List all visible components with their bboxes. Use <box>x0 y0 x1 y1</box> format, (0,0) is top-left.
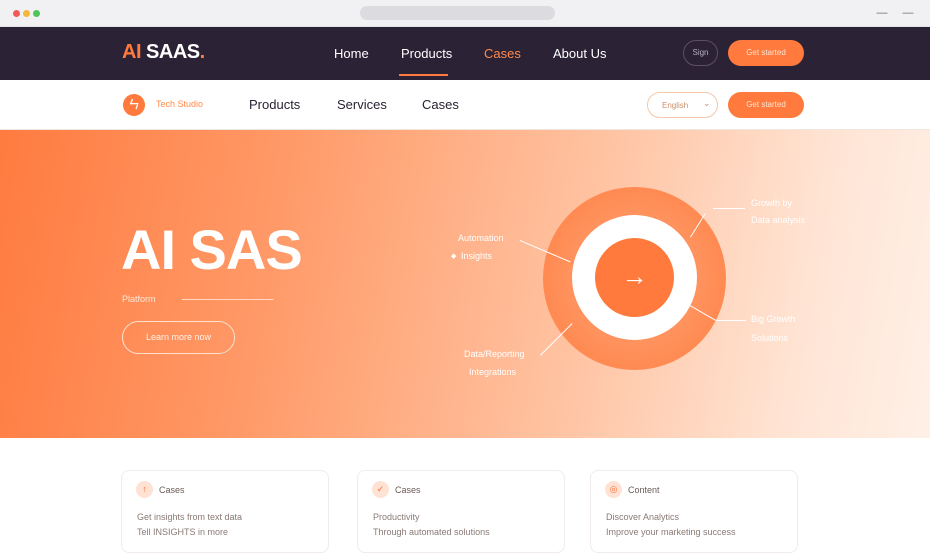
language-select-label: English <box>662 101 689 110</box>
active-nav-indicator <box>399 74 448 76</box>
callout-bottom-1: Data/Reporting <box>464 349 525 359</box>
hero-title: AI SAS <box>121 218 303 281</box>
top-navbar: AI SAAS. Home Products Cases About Us Si… <box>0 27 930 80</box>
leader-line-right-h <box>716 320 746 321</box>
nav-cases[interactable]: Cases <box>484 46 521 61</box>
menu-icon-2[interactable]: — <box>900 6 916 20</box>
studio-name[interactable]: Tech Studio <box>156 99 203 109</box>
subnav-cta-button[interactable]: Get started <box>728 92 804 118</box>
hero-subtitle: Platform <box>122 294 156 304</box>
nav-about-us[interactable]: About Us <box>553 46 606 61</box>
sign-in-button[interactable]: Sign <box>683 40 718 66</box>
callout-right-1: Big Growth <box>751 314 796 324</box>
brand-logo-dot: . <box>199 41 206 63</box>
hero-divider <box>182 299 274 300</box>
feature-card-title: Cases <box>395 485 421 495</box>
feature-card[interactable]: ✓ Cases Productivity Through automated s… <box>357 470 565 553</box>
callout-top-right-1: Growth by <box>751 198 793 208</box>
feature-card[interactable]: ◎ Content Discover Analytics Improve you… <box>590 470 798 553</box>
arrow-right-icon[interactable]: → <box>595 238 674 317</box>
feature-card-title: Content <box>628 485 660 495</box>
minimize-window-dot[interactable] <box>23 10 30 17</box>
address-bar[interactable] <box>360 6 555 20</box>
subnav-cases[interactable]: Cases <box>422 97 459 112</box>
feature-card-line: Discover Analytics <box>606 512 680 522</box>
feature-card-line: Through automated solutions <box>373 527 490 537</box>
callout-left-1: Automation <box>458 233 504 243</box>
feature-card-line: Get insights from text data <box>137 512 243 522</box>
bullet-icon: ◆ <box>451 253 457 260</box>
callout-bottom-2: Integrations <box>469 367 517 377</box>
studio-logo-icon[interactable]: ㄣ <box>123 94 145 116</box>
check-icon: ✓ <box>372 481 389 498</box>
nav-products[interactable]: Products <box>401 46 452 61</box>
secondary-navbar: ㄣ Tech Studio Products Services Cases En… <box>0 80 930 130</box>
feature-card-line: Productivity <box>373 512 420 522</box>
hero-section: AI SAS Platform Learn more now → Growth … <box>0 130 930 438</box>
maximize-window-dot[interactable] <box>33 10 40 17</box>
subnav-services[interactable]: Services <box>337 97 387 112</box>
brand-logo-text: SAAS <box>141 41 200 63</box>
feature-card-line: Improve your marketing success <box>606 527 736 537</box>
close-window-dot[interactable] <box>13 10 20 17</box>
feature-card-title: Cases <box>159 485 185 495</box>
brand-logo[interactable]: AI SAAS. <box>122 41 205 64</box>
feature-card[interactable]: ↑ Cases Get insights from text data Tell… <box>121 470 329 553</box>
get-started-button[interactable]: Get started <box>728 40 804 66</box>
callout-top-right-2: Data analysis <box>751 215 806 225</box>
leader-line-top-right-h <box>713 208 745 209</box>
arrow-up-icon: ↑ <box>136 481 153 498</box>
callout-left-2: Insights <box>461 251 493 261</box>
menu-icon[interactable]: — <box>874 6 890 20</box>
feature-card-line: Tell INSIGHTS in more <box>137 527 229 537</box>
nav-home[interactable]: Home <box>334 46 369 61</box>
chevron-down-icon: ⌄ <box>703 98 711 108</box>
language-select[interactable]: English ⌄ <box>647 92 718 118</box>
callout-right-2: Solutions <box>751 333 789 343</box>
hero-learn-more-button[interactable]: Learn more now <box>122 321 235 354</box>
subnav-products[interactable]: Products <box>249 97 300 112</box>
browser-chrome: — — <box>0 0 930 27</box>
brand-logo-ai: AI <box>122 41 142 63</box>
target-icon: ◎ <box>605 481 622 498</box>
